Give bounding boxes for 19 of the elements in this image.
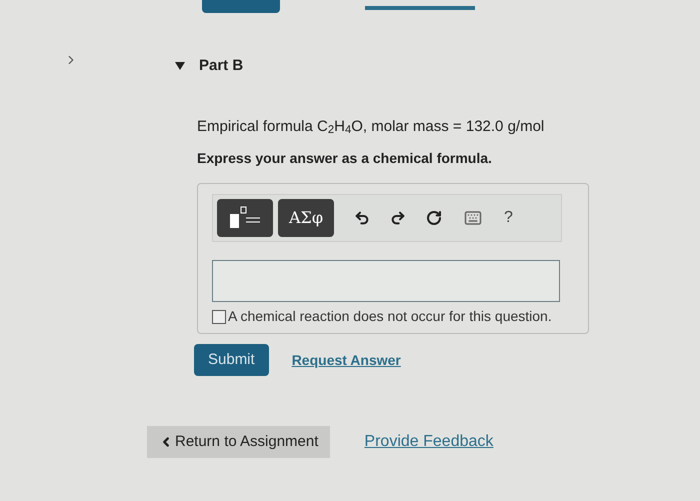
instruction-text: Express your answer as a chemical formula. [197, 149, 493, 168]
submit-button[interactable]: Submit [194, 344, 269, 376]
symbols-button[interactable]: ΑΣφ [278, 199, 334, 237]
question-text: Empirical formula C$_{2}$H$_{4}$O, molar mass = 132.0 g/mol [197, 116, 546, 138]
undo-icon[interactable] [354, 210, 370, 226]
help-button[interactable]: ? [504, 206, 513, 230]
request-answer-link[interactable]: Request Answer [292, 350, 401, 370]
checkbox[interactable] [212, 310, 226, 324]
return-button[interactable]: Return to Assignment [147, 426, 330, 458]
keyboard-icon[interactable] [462, 209, 484, 227]
template-button[interactable] [217, 199, 273, 237]
template-icon [228, 206, 262, 230]
feedback-link[interactable]: Provide Feedback [364, 430, 494, 454]
part-toggle[interactable]: Part B [175, 55, 244, 78]
caret-icon [175, 62, 185, 70]
checkbox-label: A chemical reaction does not occur for this question. [228, 307, 552, 326]
answer-field[interactable] [212, 260, 560, 302]
reset-icon[interactable] [426, 210, 442, 226]
redo-icon[interactable] [390, 210, 406, 226]
